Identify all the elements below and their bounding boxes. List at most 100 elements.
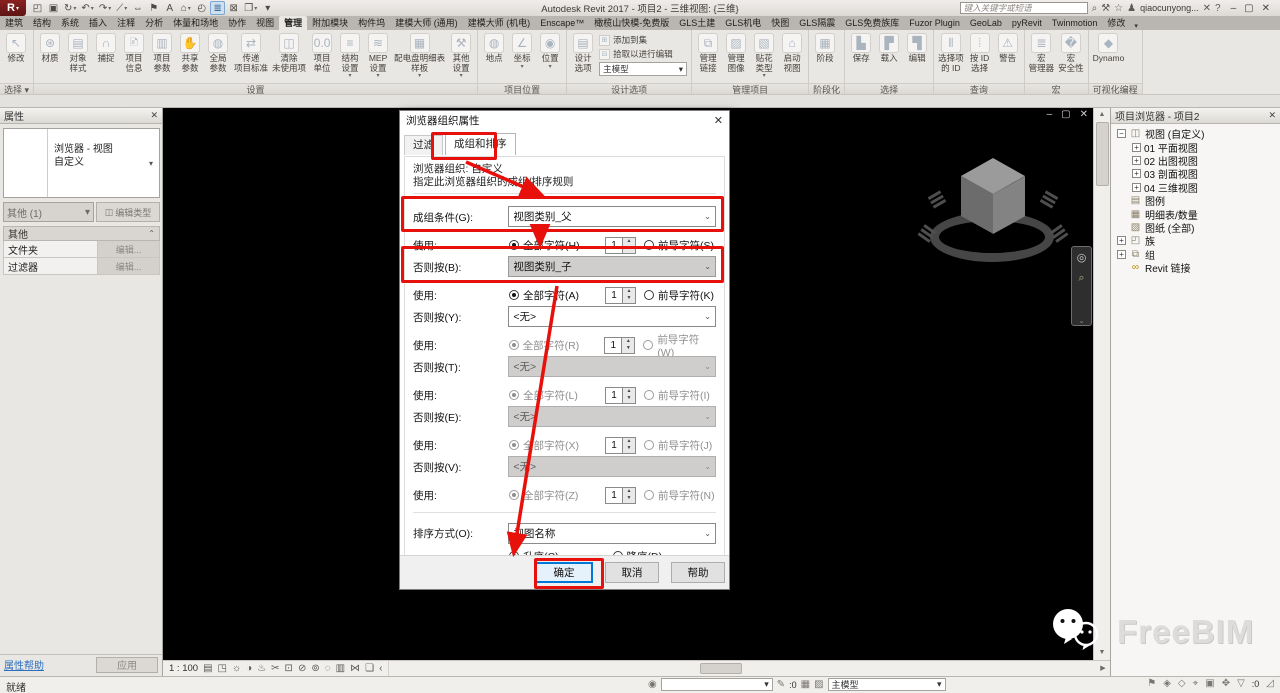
open-button[interactable]: ◰ [30,1,45,15]
panel-label-settings[interactable]: 设置 [34,83,477,95]
property-edit-button[interactable]: 编辑... [98,258,160,275]
add-to-set-button[interactable]: ⊞添加到集 [599,34,687,46]
panel-label-macros[interactable]: 宏 [1025,83,1088,95]
character-count-spinner[interactable]: 1▲▼ [605,237,636,254]
active-design-option-combo[interactable]: 主模型 ▾ [828,678,946,691]
detail-level-icon[interactable]: ▤ [203,663,212,674]
worksharing-display-icon[interactable]: ❏ [365,663,374,674]
additional-settings-button[interactable]: ⚒其他设置▾ [447,31,475,82]
group-by-combo[interactable]: 视图类别_父⌄ [508,206,716,227]
tree-expand-icon[interactable]: + [1132,143,1141,152]
mep-settings-button[interactable]: ≋MEP设置▾ [364,31,392,82]
ribbon-tab-GLS土建[interactable]: GLS土建 [674,16,720,30]
restore-button[interactable]: ▢ [1244,3,1253,14]
tree-item[interactable]: ▤图例 [1113,194,1280,207]
panel-label-visual-programming[interactable]: 可视化编程 [1089,83,1142,95]
spinner-down-icon[interactable]: ▼ [623,445,635,453]
section-button[interactable]: ◴ [194,1,209,15]
redo-button[interactable]: ↷▾ [97,1,113,15]
ribbon-tab-系统[interactable]: 系统 [56,16,84,30]
visual-style-icon[interactable]: ◳ [218,663,227,674]
rendering-dialog-icon[interactable]: ♨ [257,663,266,674]
tree-item[interactable]: +⧉组 [1113,248,1280,261]
search-binoculars-icon[interactable]: ⌕ [1092,3,1098,14]
tree-expand-icon[interactable]: + [1117,250,1126,259]
spinner-up-icon[interactable]: ▲ [623,438,635,446]
panel-label-phasing[interactable]: 阶段化 [809,83,844,95]
ribbon-tab-视图[interactable]: 视图 [251,16,279,30]
tree-expand-icon[interactable]: + [1117,236,1126,245]
scroll-right-icon[interactable]: ▶ [1096,662,1110,676]
active-workset-combo[interactable]: ▾ [661,678,773,691]
properties-help-link[interactable]: 属性帮助 [4,657,44,672]
ribbon-tab-注释[interactable]: 注释 [112,16,140,30]
aligned-dimension-button[interactable]: ⇔ [130,1,145,15]
spinner-up-icon[interactable]: ▲ [623,388,635,396]
panel-label-inquiry[interactable]: 查询 [934,83,1024,95]
worksets-icon[interactable]: ◉ [648,679,657,690]
pick-to-edit-button[interactable]: ⊟拾取以进行编辑 [599,48,687,60]
unlocked-3d-view-icon[interactable]: ⊘ [298,663,306,674]
close-hidden-windows-button[interactable]: ⊠ [226,1,241,15]
view-minimize-button[interactable]: – [1047,109,1053,120]
location-button[interactable]: ◍地点 [480,31,508,82]
spinner-down-icon[interactable]: ▼ [623,395,635,403]
ribbon-tab-Twinmotion[interactable]: Twinmotion [1047,16,1103,30]
infocenter-search-input[interactable]: 键入关键字或短语 [960,2,1088,14]
tree-item[interactable]: ∞Revit 链接 [1113,261,1280,274]
leading-characters-radio[interactable] [644,290,654,300]
tree-expand-icon[interactable]: + [1132,156,1141,165]
ribbon-tab-Fuzor Plugin[interactable]: Fuzor Plugin [904,16,965,30]
ribbon-tab-GLS免费族库[interactable]: GLS免费族库 [840,16,904,30]
save-selection-button[interactable]: ▙保存 [847,31,875,82]
ribbon-tab-管理[interactable]: 管理 [279,16,307,30]
tree-item[interactable]: +◰族 [1113,234,1280,247]
ribbon-tab-GLS隔震[interactable]: GLS隔震 [794,16,840,30]
manage-links-button[interactable]: ⧉管理链接 [694,31,722,82]
load-selection-button[interactable]: ▛载入 [875,31,903,82]
properties-close-icon[interactable]: ✕ [150,110,158,121]
spinner-arrows[interactable]: ▲▼ [623,487,636,504]
spinner-down-icon[interactable]: ▼ [623,245,635,253]
warnings-button[interactable]: ⚠警告 [994,31,1022,82]
character-count-spinner[interactable]: 1▲▼ [605,287,636,304]
transfer-project-standards-button[interactable]: ⇄传递项目标准 [232,31,270,82]
ribbon-tab-协作[interactable]: 协作 [223,16,251,30]
vertical-scroll-thumb[interactable] [1096,122,1109,186]
ok-button[interactable]: 确定 [535,562,593,583]
dialog-title-bar[interactable]: 浏览器组织属性 ✕ [400,111,729,129]
view-scale[interactable]: 1 : 100 [169,663,198,674]
modify-button[interactable]: ↖修改 [2,31,30,82]
tree-expand-icon[interactable]: − [1117,129,1126,138]
project-browser-close-icon[interactable]: ✕ [1268,110,1276,121]
structural-settings-button[interactable]: ≡结构设置▾ [336,31,364,82]
panel-label-select[interactable]: 选择 ▾ [0,83,33,95]
property-edit-button[interactable]: 编辑... [98,241,160,258]
spinner-up-icon[interactable]: ▲ [623,238,635,246]
view-restore-button[interactable]: ▢ [1061,109,1070,120]
navbar-expand-icon[interactable]: ⌄ [1079,317,1085,325]
ribbon-tab-结构[interactable]: 结构 [28,16,56,30]
design-option-icon-1[interactable]: ▦ [801,679,810,690]
exchange-apps-x-icon[interactable]: ✕ [1203,3,1211,14]
ribbon-tab-修改[interactable]: 修改 [1102,16,1130,30]
expand-viewbar-icon[interactable]: ‹ [379,663,382,674]
properties-section-other[interactable]: 其他 ⌃ [3,226,160,241]
active-design-option-combo[interactable]: 主模型▾ [599,62,687,76]
snaps-button[interactable]: ∩捕捉 [92,31,120,82]
spinner-arrows[interactable]: ▲▼ [623,437,636,454]
purge-unused-button[interactable]: ◫清除未使用项 [270,31,308,82]
manage-images-button[interactable]: ▨管理图像 [722,31,750,82]
show-constraints-icon[interactable]: ⋈ [350,663,360,674]
thin-lines-button[interactable]: ≣ [210,1,225,15]
position-button[interactable]: ◉位置▾ [536,31,564,82]
help-button[interactable]: 帮助 [671,562,725,583]
selection-filter-icon[interactable]: ▽ [1237,678,1245,689]
shared-parameters-button[interactable]: ✋共享参数 [176,31,204,82]
spinner-up-icon[interactable]: ▲ [622,338,634,346]
panel-label-design-options[interactable]: 设计选项 [567,83,691,95]
horizontal-scroll-track[interactable] [389,661,1096,676]
ribbon-tab-快图[interactable]: 快图 [766,16,794,30]
temporary-hide-isolate-icon[interactable]: ⊚ [311,663,319,674]
tree-expand-icon[interactable]: + [1132,183,1141,192]
